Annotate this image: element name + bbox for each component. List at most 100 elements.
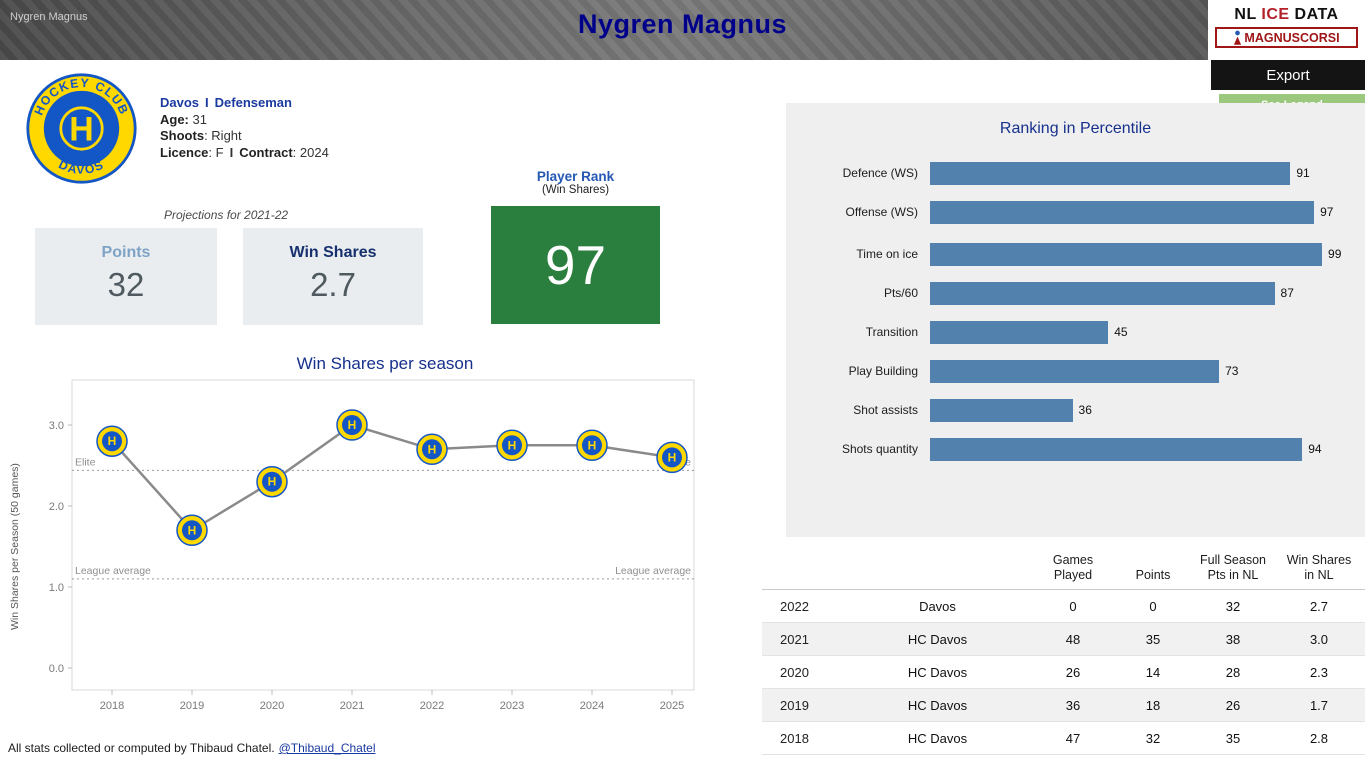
player-licence-contract: Licence: F I Contract: 2024 [160, 144, 329, 160]
table-cell-year: 2021 [780, 631, 809, 647]
percentile-value: 87 [1280, 286, 1294, 300]
svg-text:H: H [588, 438, 597, 452]
percentile-value: 45 [1114, 325, 1128, 339]
table-cell-win_shares: 3.0 [1309, 631, 1329, 647]
footer-text: All stats collected or computed by Thiba… [8, 741, 275, 755]
table-cell-points: 14 [1145, 664, 1161, 680]
percentile-bar [930, 398, 1073, 422]
percentile-row: Time on ice 99 [798, 241, 1365, 267]
svg-text:2.0: 2.0 [49, 501, 64, 513]
table-cell-games: 0 [1069, 598, 1077, 614]
player-rank-label: Player Rank (Win Shares) [491, 169, 660, 196]
twitter-link[interactable]: @Thibaud_Chatel [279, 741, 376, 755]
table-row: 2021 HC Davos 48 35 38 3.0 [762, 623, 1365, 656]
player-rank-label-line2: (Win Shares) [541, 184, 610, 196]
player-rank-value: 97 [544, 234, 607, 296]
svg-text:2022: 2022 [420, 700, 444, 712]
svg-text:H: H [668, 450, 677, 464]
percentile-category-label: Shot assists [853, 403, 918, 417]
brand-ice: ICE [1261, 6, 1290, 23]
svg-text:H: H [268, 475, 277, 489]
table-body: 2022 Davos 0 0 32 2.7 2021 HC Davos 48 35 38 3.0 202… [762, 590, 1365, 755]
brand-nl: NL [1234, 6, 1257, 23]
table-header-cell: Win Shares in NL [1286, 553, 1352, 582]
y-axis-label: Win Shares per Season (50 games) [9, 463, 21, 631]
svg-text:2020: 2020 [260, 700, 284, 712]
points-label: Points [101, 244, 151, 261]
percentile-bar [930, 161, 1291, 185]
percentile-value: 97 [1320, 205, 1334, 219]
svg-text:Elite: Elite [75, 456, 96, 468]
header-bar: Nygren Magnus Nygren Magnus NL ICE DATA … [0, 0, 1365, 60]
page-title: Nygren Magnus [577, 9, 788, 39]
table-row: 2022 Davos 0 0 32 2.7 [762, 590, 1365, 623]
percentile-bar [930, 281, 1275, 305]
percentile-row: Offense (WS) 97 [798, 199, 1365, 225]
svg-text:2025: 2025 [660, 700, 684, 712]
percentile-category-label: Pts/60 [883, 286, 918, 300]
player-age: Age: 31 [160, 111, 207, 127]
table-header-cell: Games Played [1052, 553, 1094, 582]
percentile-row: Pts/60 87 [798, 280, 1365, 306]
svg-text:H: H [348, 418, 357, 432]
player-shoots: Shoots: Right [160, 128, 242, 143]
points-value: 32 [107, 266, 145, 303]
table-cell-full_season: 38 [1225, 631, 1241, 647]
svg-text:3.0: 3.0 [49, 420, 64, 432]
logo-letter: H [69, 111, 93, 149]
win-shares-value: 2.7 [310, 266, 356, 303]
table-row: 2019 HC Davos 36 18 26 1.7 [762, 689, 1365, 722]
table-header-row: Games Played Points Full Season Pts in NL W… [762, 549, 1365, 590]
svg-text:H: H [108, 434, 117, 448]
brand-magnuscorsi: MAGNUSCORSI [1215, 27, 1358, 48]
win-shares-projection-card: Win Shares 2.7 [243, 228, 423, 325]
table-cell-games: 48 [1065, 631, 1081, 647]
percentile-category-label: Shots quantity [841, 442, 918, 456]
export-button[interactable]: Export [1211, 60, 1365, 90]
table-cell-team: HC Davos [907, 664, 968, 680]
season-history-table: Games Played Points Full Season Pts in NL W… [762, 549, 1365, 755]
percentile-bar [930, 359, 1220, 383]
table-cell-full_season: 26 [1225, 697, 1241, 713]
percentile-chart-title: Ranking in Percentile [999, 120, 1152, 137]
brand-magnuscorsi-label: MAGNUSCORSI [1244, 30, 1340, 45]
percentile-bar [930, 320, 1109, 344]
table-row: 2018 HC Davos 47 32 35 2.8 [762, 722, 1365, 755]
table-cell-points: 35 [1145, 631, 1161, 647]
svg-text:H: H [188, 523, 197, 537]
percentile-bar [930, 437, 1303, 461]
percentile-row: Transition 45 [798, 319, 1365, 345]
projections-heading: Projections for 2021-22 [164, 208, 289, 222]
svg-text:1.0: 1.0 [49, 582, 64, 594]
percentile-category-label: Play Building [848, 364, 918, 378]
percentile-row: Defence (WS) 91 [798, 160, 1365, 186]
svg-text:H: H [508, 438, 517, 452]
svg-text:2019: 2019 [180, 700, 204, 712]
hc-davos-logo: HOCKEY CLUB DAVOS H [25, 72, 138, 185]
percentile-bar [930, 242, 1323, 266]
player-team: Davos [160, 95, 200, 110]
table-cell-win_shares: 1.7 [1309, 697, 1329, 713]
svg-text:2018: 2018 [100, 700, 124, 712]
table-cell-year: 2020 [780, 664, 809, 680]
svg-text:2023: 2023 [500, 700, 524, 712]
line-chart-title: Win Shares per season [296, 354, 474, 373]
player-position: Defenseman [214, 95, 292, 110]
percentile-bars: Defence (WS) 91 Offense (WS) 97 Time on ice 9… [786, 160, 1365, 462]
win-shares-label: Win Shares [289, 244, 377, 261]
player-rank-label-line1: Player Rank [536, 169, 615, 184]
table-cell-games: 26 [1065, 664, 1081, 680]
table-cell-full_season: 35 [1225, 730, 1241, 746]
brand-logo: NL ICE DATA MAGNUSCORSI [1208, 0, 1365, 60]
table-header-cell: Full Season Pts in NL [1199, 553, 1266, 582]
percentile-value: 91 [1296, 166, 1310, 180]
table-cell-points: 18 [1145, 697, 1161, 713]
percentile-row: Shot assists 36 [798, 397, 1365, 423]
svg-text:2024: 2024 [580, 700, 604, 712]
percentile-value: 36 [1078, 403, 1092, 417]
percentile-panel: Ranking in Percentile Defence (WS) 91 Offe… [786, 103, 1365, 537]
person-icon [1234, 30, 1242, 45]
table-cell-team: HC Davos [907, 697, 968, 713]
table-cell-win_shares: 2.8 [1309, 730, 1329, 746]
table-cell-full_season: 32 [1225, 598, 1241, 614]
